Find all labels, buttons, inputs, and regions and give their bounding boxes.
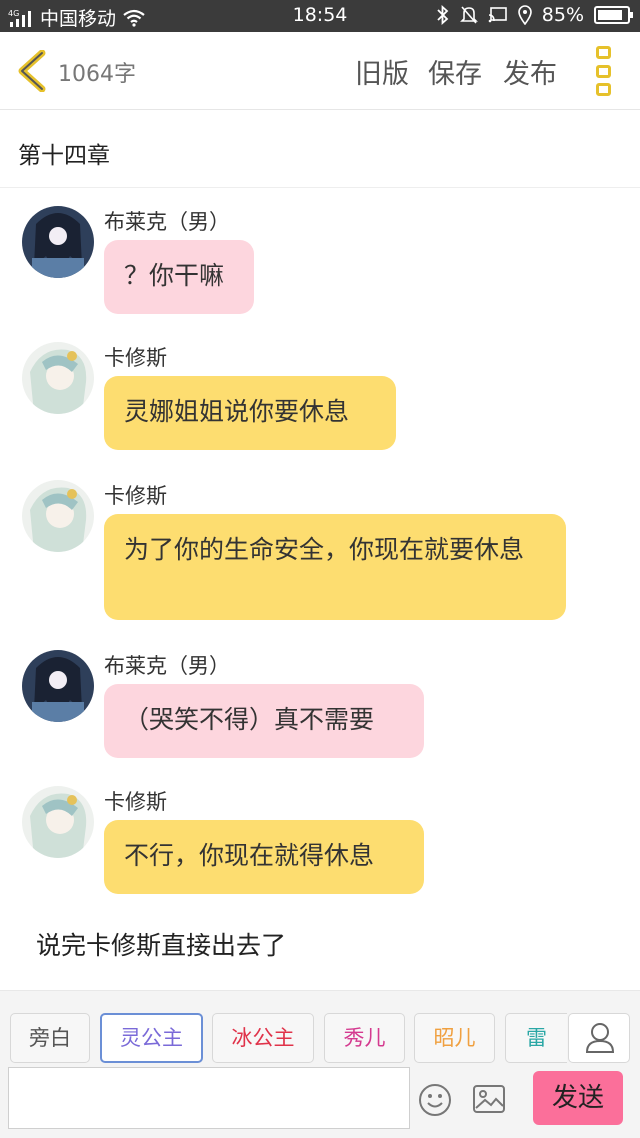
avatar[interactable] [22,206,94,278]
message-bubble[interactable]: 灵娜姐姐说你要休息 [104,376,396,450]
sender-name: 卡修斯 [104,346,167,370]
role-button-narrator[interactable]: 旁白 [10,1013,90,1063]
role-label: 灵公主 [120,1026,183,1050]
cast-icon [488,7,507,23]
bluetooth-icon [437,5,449,25]
avatar-blake-icon [22,650,94,722]
avatar-cassius-icon [22,786,94,858]
location-icon [517,5,532,25]
role-button-xiu[interactable]: 秀儿 [324,1013,405,1063]
status-right: 85% [436,4,633,26]
menu-dot [596,64,611,78]
avatar-blake-icon [22,206,94,278]
role-button-bing[interactable]: 冰公主 [212,1013,314,1063]
editor-header: 1064字 旧版 保存 发布 [0,32,640,110]
role-label: 雷伊 [526,1026,547,1050]
sender-name: 布莱克（男） [104,210,230,234]
avatar[interactable] [22,342,94,414]
image-icon[interactable] [472,1084,506,1114]
message-bubble[interactable]: 不行，你现在就得休息 [104,820,424,894]
publish-button[interactable]: 发布 [503,52,557,91]
battery-icon [594,6,633,24]
role-button-zhao[interactable]: 昭儿 [414,1013,495,1063]
message-bubble[interactable]: 为了你的生命安全，你现在就要休息 [104,514,566,620]
user-icon [585,1023,615,1053]
composer-panel: 旁白 灵公主 冰公主 秀儿 昭儿 雷伊 发送 [0,990,640,1138]
message-input-box[interactable] [8,1067,410,1129]
role-label: 旁白 [29,1026,71,1050]
menu-dot [596,46,611,59]
message-bubble[interactable]: （哭笑不得）真不需要 [104,684,424,758]
avatar-cassius-icon [22,342,94,414]
message-input[interactable] [9,1068,409,1128]
role-label: 冰公主 [231,1026,295,1050]
status-bar: 4G 中国移动 18:54 85% [0,0,640,32]
emoji-icon[interactable] [418,1083,452,1117]
send-button[interactable]: 发送 [533,1071,623,1125]
character-manage-button[interactable] [568,1013,630,1063]
chapter-header[interactable]: 第十四章 [0,110,640,188]
old-version-button[interactable]: 旧版 [355,52,409,91]
sender-name: 布莱克（男） [104,654,230,678]
mute-bell-icon [459,6,478,24]
save-button[interactable]: 保存 [428,52,482,91]
chapter-title[interactable]: 第十四章 [18,136,110,170]
battery-fill [598,10,622,20]
role-button-leiyi[interactable]: 雷伊 [505,1013,567,1063]
role-button-ling[interactable]: 灵公主 [100,1013,203,1063]
role-label: 秀儿 [343,1026,386,1050]
avatar[interactable] [22,650,94,722]
avatar[interactable] [22,480,94,552]
avatar[interactable] [22,786,94,858]
role-label: 昭儿 [433,1026,476,1050]
back-chevron-icon[interactable] [14,50,52,92]
avatar-cassius-icon [22,480,94,552]
sender-name: 卡修斯 [104,484,167,508]
narration-text[interactable]: 说完卡修斯直接出去了 [36,926,286,962]
message-bubble[interactable]: ？你干嘛 [104,240,254,314]
battery-percent: 85% [541,4,584,26]
menu-dot [596,83,611,96]
word-count: 1064字 [58,62,136,87]
more-menu-icon[interactable] [596,46,612,96]
sender-name: 卡修斯 [104,790,167,814]
